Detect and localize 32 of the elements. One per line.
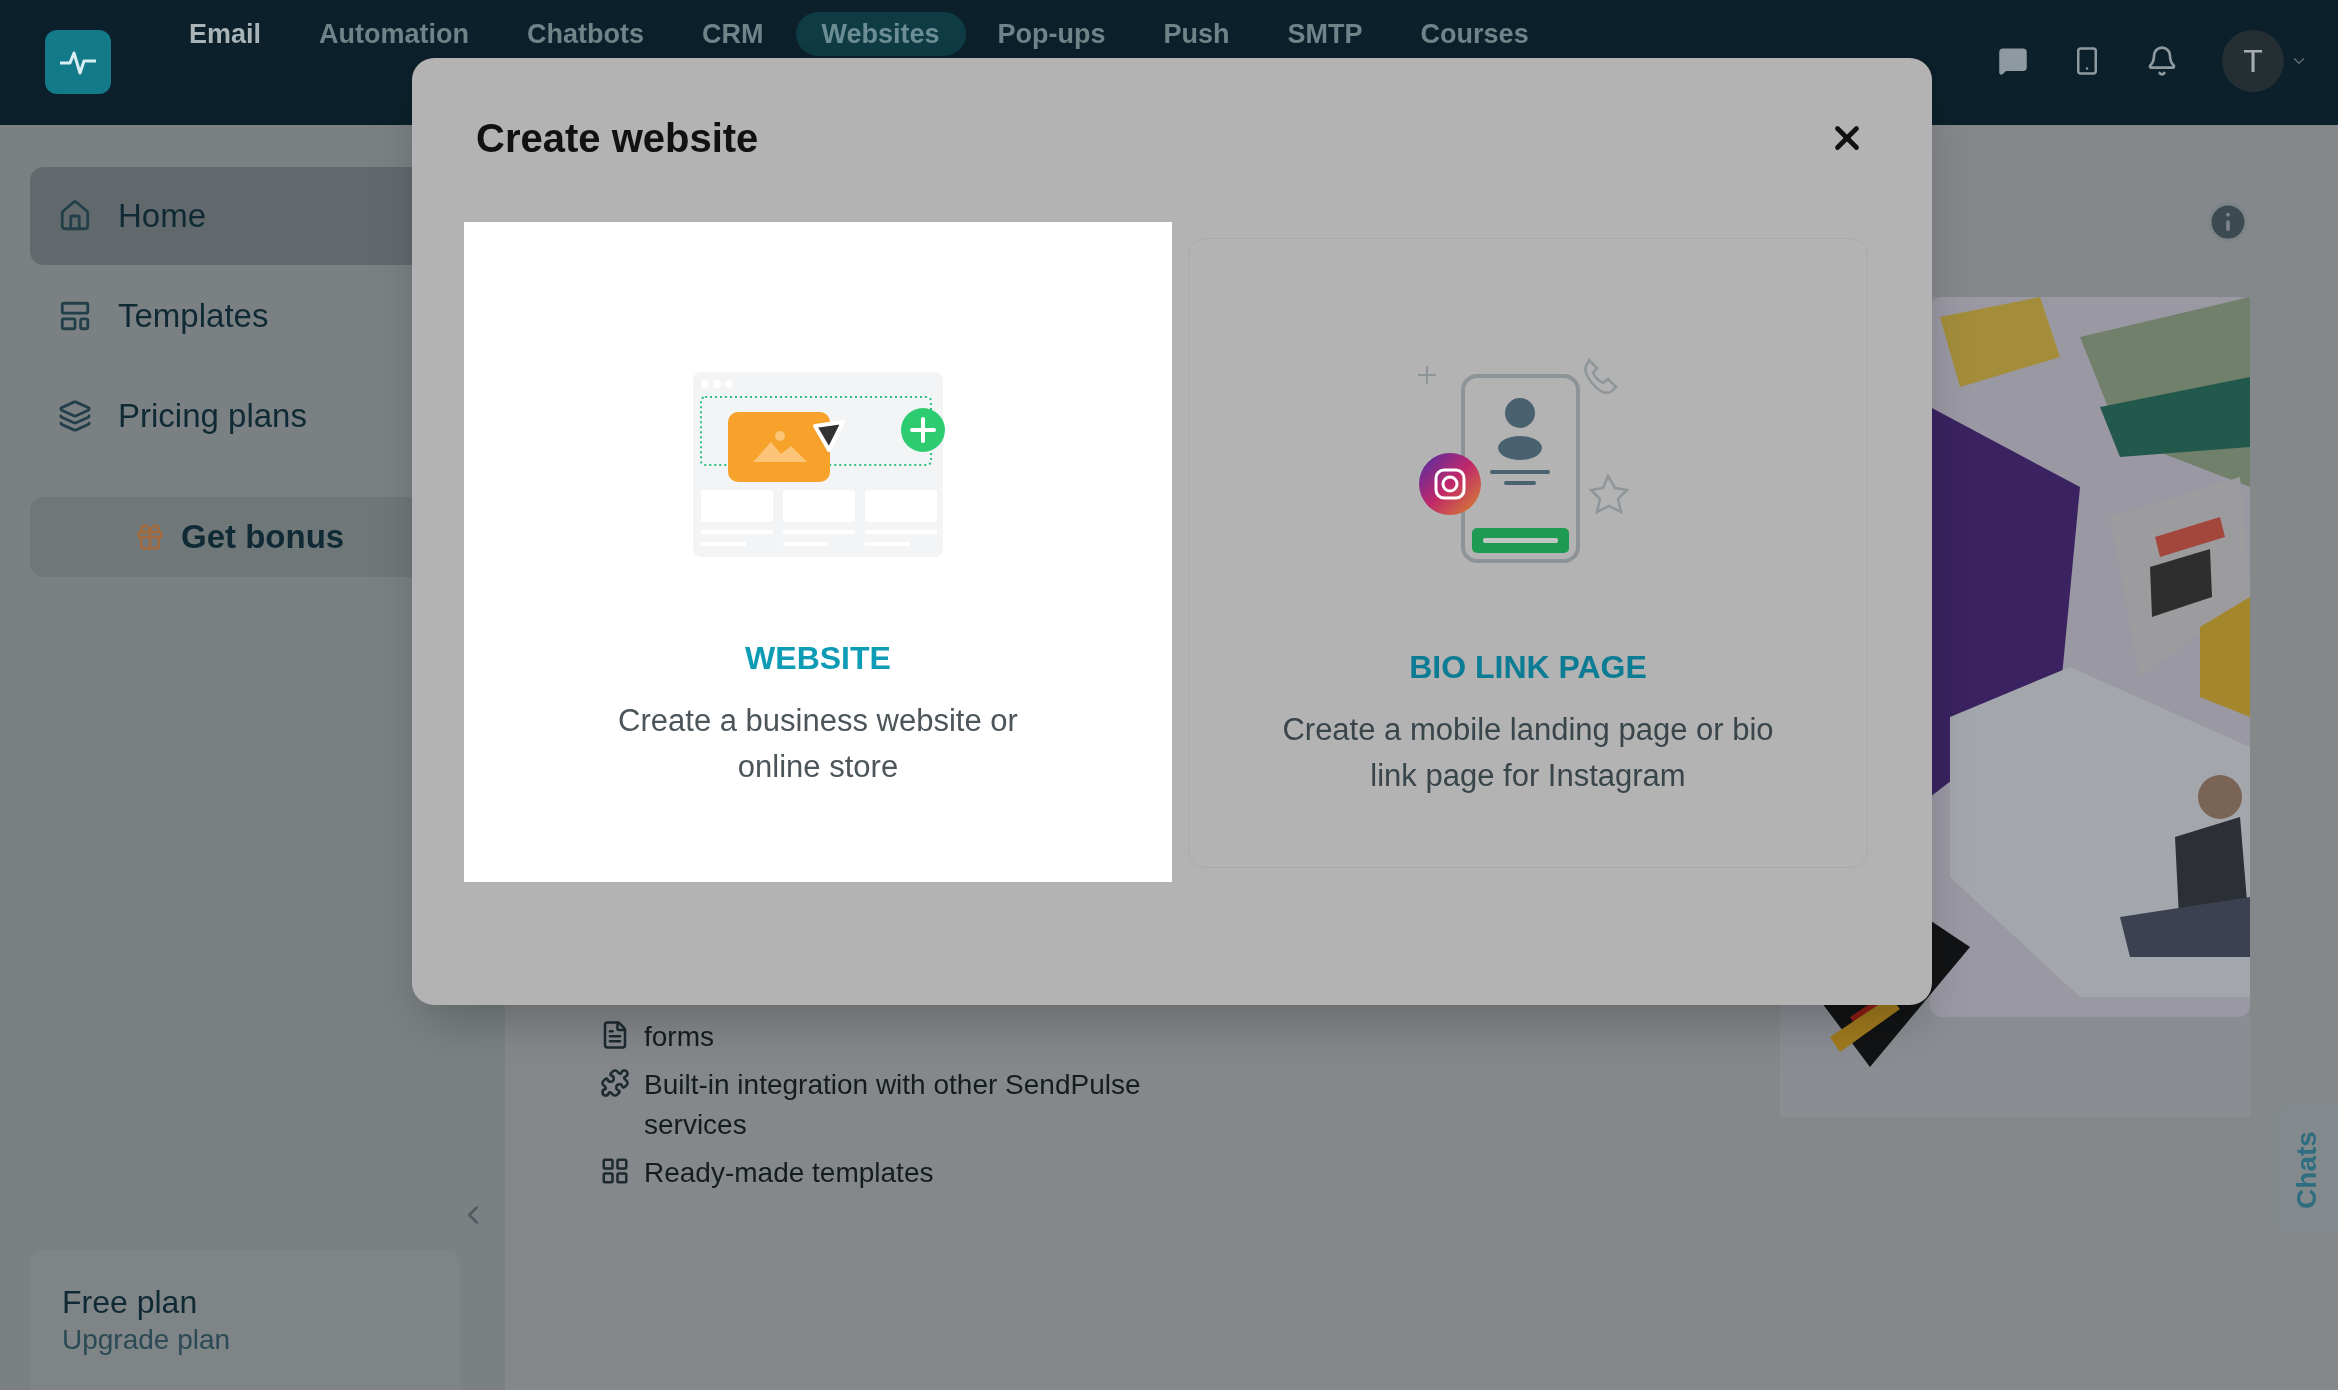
plan-name: Free plan <box>62 1283 199 1322</box>
option-card[interactable]: WEBSITE Create a business website or online store <box>464 222 1172 882</box>
pricing-icon <box>58 399 92 433</box>
option-description: Create a business website or online store <box>617 702 1019 786</box>
templates-icon <box>600 1156 630 1186</box>
nav-tab[interactable]: Chatbots <box>501 12 671 56</box>
nav-tab[interactable]: Websites <box>795 12 966 56</box>
nav-tab[interactable]: Automation <box>293 12 496 56</box>
option-title: WEBSITE <box>745 639 891 678</box>
nav-tab[interactable]: CRM <box>676 12 790 56</box>
info-icon[interactable] <box>2206 200 2250 244</box>
avatar[interactable]: T <box>2222 30 2284 92</box>
app-logo-icon[interactable] <box>45 30 111 94</box>
dialog-title: Create website <box>476 115 759 162</box>
nav-tab[interactable]: Courses <box>1394 12 1555 56</box>
nav-tab[interactable]: SMTP <box>1261 12 1389 56</box>
option-card[interactable]: BIO LINK PAGE Create a mobile landing page or bio link page for Instagram <box>1188 238 1868 868</box>
feature-text: forms <box>644 1020 714 1054</box>
templates-icon <box>58 299 92 333</box>
option-title: BIO LINK PAGE <box>1409 648 1647 687</box>
chat-icon[interactable] <box>1998 46 2028 76</box>
feature-text: Built-in integration with other SendPulse services <box>644 1068 1142 1142</box>
notification-icon[interactable] <box>2146 45 2178 77</box>
nav-tab[interactable]: Pop-ups <box>971 12 1132 56</box>
gift-icon <box>135 522 165 552</box>
integration-icon <box>600 1068 630 1098</box>
option-description: Create a mobile landing page or bio link page for Instagram <box>1281 711 1775 795</box>
home-icon <box>58 199 92 233</box>
nav-tab[interactable]: Email <box>163 12 288 56</box>
feature-text: Ready-made templates <box>644 1156 934 1190</box>
upgrade-plan-link[interactable]: Upgrade plan <box>62 1322 428 1358</box>
nav-tab[interactable]: Push <box>1137 12 1256 56</box>
